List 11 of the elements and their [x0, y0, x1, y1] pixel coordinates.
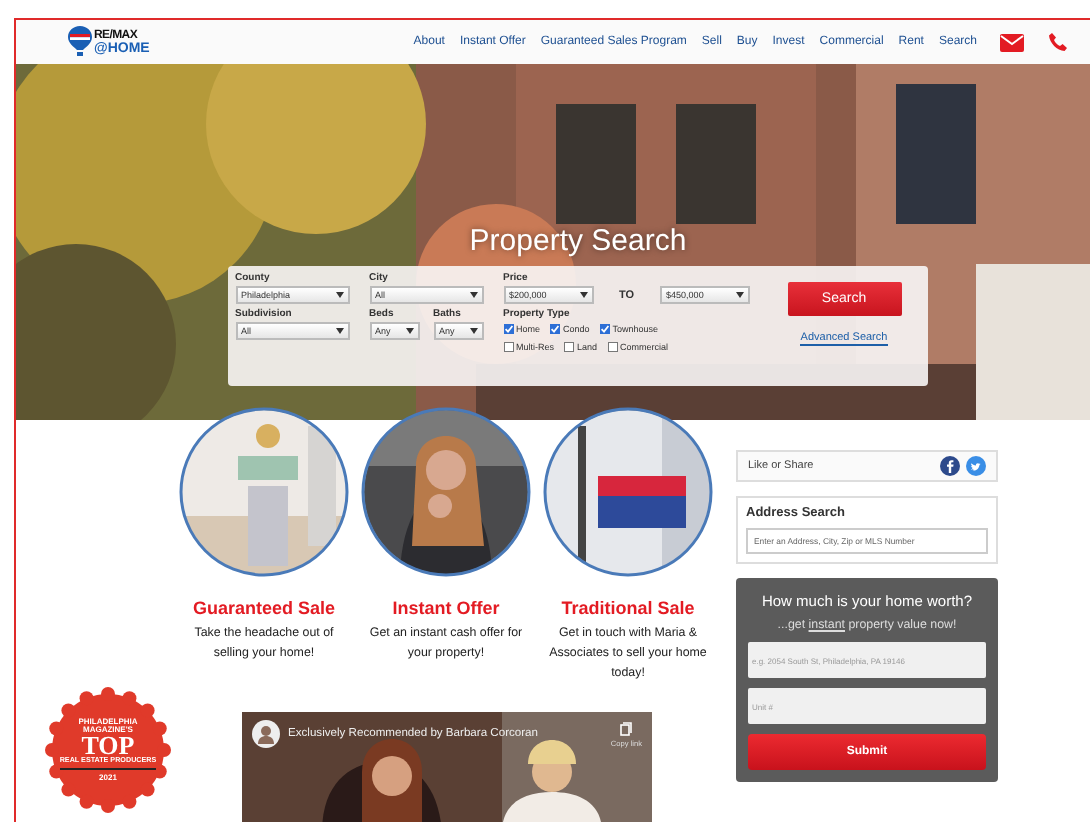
balloon-logo-icon	[68, 26, 92, 58]
feature-title: Traditional Sale	[561, 598, 695, 618]
award-badge-background	[45, 687, 171, 813]
channel-avatar-icon	[252, 720, 280, 748]
facebook-icon[interactable]	[940, 456, 960, 476]
copy-icon[interactable]	[620, 721, 633, 735]
feature-title: Instant Offer	[392, 598, 500, 618]
feature-title: Guaranteed Sale	[192, 598, 336, 618]
mail-icon[interactable]	[1000, 33, 1024, 51]
badge-title: TOP	[81, 734, 135, 759]
phone-icon[interactable]	[1047, 32, 1067, 52]
